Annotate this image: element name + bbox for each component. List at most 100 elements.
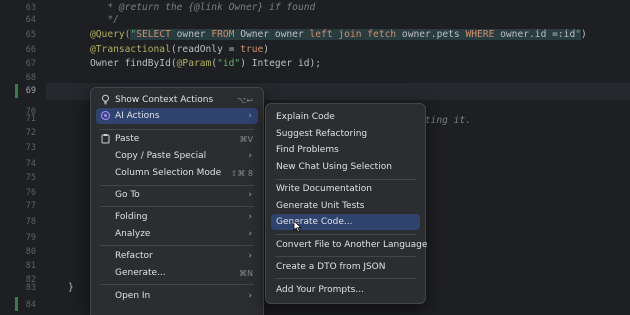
- ai-actions-submenu: Explain Code Suggest Refactoring Find Pr…: [265, 103, 427, 304]
- menu-item-label: Convert File to Another Language: [276, 240, 428, 250]
- menu-item-label: Analyze: [115, 229, 151, 239]
- submenu-item-add-prompts[interactable]: Add Your Prompts...: [271, 282, 420, 298]
- menu-item-label: Generate Unit Tests: [276, 201, 365, 211]
- menu-item-label: AI Actions: [115, 111, 160, 121]
- menu-item-label: Explain Code: [276, 112, 335, 122]
- menu-item-folding[interactable]: Folding ›: [96, 209, 258, 225]
- submenu-item-write-documentation[interactable]: Write Documentation: [271, 181, 420, 197]
- sql-keyword: WHERE: [465, 29, 495, 40]
- menu-separator: [275, 278, 416, 279]
- sql-keyword: FROM: [211, 29, 235, 40]
- query-annotation: @Query(: [90, 29, 131, 40]
- code-text: (readOnly =: [170, 44, 241, 55]
- submenu-item-explain-code[interactable]: Explain Code: [271, 109, 420, 125]
- menu-item-label: Paste: [115, 134, 140, 144]
- submenu-item-create-dto[interactable]: Create a DTO from JSON: [271, 259, 420, 275]
- menu-item-generate[interactable]: Generate... ⌘N: [96, 265, 258, 281]
- sql-keyword: left join fetch: [309, 29, 397, 40]
- submenu-item-generate-unit-tests[interactable]: Generate Unit Tests: [271, 198, 420, 214]
- menu-item-label: Column Selection Mode: [115, 168, 222, 178]
- menu-separator: [100, 185, 254, 186]
- submenu-item-find-problems[interactable]: Find Problems: [271, 142, 420, 158]
- chevron-right-icon: ›: [248, 229, 252, 239]
- code-text: Owner findById(: [90, 58, 177, 69]
- menu-separator: [100, 284, 254, 285]
- code-line-83[interactable]: }: [68, 280, 74, 297]
- menu-item-show-context-actions[interactable]: Show Context Actions ⌥↩: [96, 92, 258, 108]
- sql-text: Owner owner: [234, 29, 310, 40]
- shortcut-label: ⌘V: [239, 134, 253, 144]
- menu-item-analyze[interactable]: Analyze ›: [96, 226, 258, 242]
- menu-item-label: Folding: [115, 212, 148, 222]
- line-number: 69: [25, 86, 36, 96]
- shortcut-label: ⇧⌘ 8: [230, 168, 253, 178]
- transactional-annotation: @Transactional: [90, 44, 171, 55]
- menu-item-label: Go To: [115, 190, 140, 200]
- mouse-pointer-icon: [293, 218, 303, 233]
- string-literal: "id": [217, 58, 241, 69]
- menu-separator: [275, 234, 416, 235]
- line-number: 84: [25, 300, 36, 310]
- menu-item-label: Find Problems: [276, 145, 339, 155]
- paren: ): [581, 29, 587, 40]
- menu-item-label: Generate...: [115, 268, 166, 278]
- menu-item-ai-actions[interactable]: AI Actions ›: [96, 108, 258, 124]
- menu-item-refactor[interactable]: Refactor ›: [96, 248, 258, 264]
- doc-link-tag: @link: [193, 2, 223, 13]
- menu-item-label: Show Context Actions: [115, 95, 214, 105]
- code-line-63[interactable]: * @return the {@link Owner} if found: [90, 0, 315, 17]
- chevron-right-icon: ›: [248, 190, 252, 200]
- closing-brace: }: [68, 282, 74, 293]
- code-line-67[interactable]: Owner findById(@Param("id") Integer id);: [90, 56, 321, 73]
- menu-item-label: Open In: [115, 291, 151, 301]
- ai-icon: [100, 110, 111, 121]
- submenu-item-new-chat[interactable]: New Chat Using Selection: [271, 159, 420, 175]
- paste-icon: [100, 133, 111, 144]
- sql-keyword: SELECT: [136, 29, 171, 40]
- menu-item-paste[interactable]: Paste ⌘V: [96, 131, 258, 147]
- menu-item-label: Generate Code...: [276, 217, 353, 227]
- param-annotation: @Param: [176, 58, 212, 69]
- menu-item-label: Suggest Refactoring: [276, 129, 368, 139]
- code-text: ) Integer id);: [240, 58, 322, 69]
- menu-item-label: Copy / Paste Special: [115, 151, 207, 161]
- menu-item-label: New Chat Using Selection: [276, 162, 392, 172]
- line-number: 78: [25, 217, 36, 227]
- line-number: 73: [25, 143, 36, 153]
- chevron-right-icon: ›: [248, 291, 252, 301]
- doc-comment: the {: [159, 2, 194, 13]
- menu-item-label: Write Documentation: [276, 184, 373, 194]
- doc-tag: @return: [118, 2, 160, 13]
- chevron-right-icon: ›: [248, 151, 252, 161]
- menu-separator: [100, 245, 254, 246]
- menu-item-label: Add Your Prompts...: [276, 285, 364, 295]
- menu-item-go-to[interactable]: Go To ›: [96, 187, 258, 203]
- editor-context-menu: Show Context Actions ⌥↩ AI Actions › Pas…: [90, 87, 264, 315]
- doc-comment-end: */: [107, 14, 119, 25]
- menu-item-copy-paste-special[interactable]: Copy / Paste Special ›: [96, 148, 258, 164]
- bulb-icon: [100, 94, 111, 105]
- menu-separator: [275, 256, 416, 257]
- line-number: 77: [25, 201, 36, 211]
- menu-item-column-selection-mode[interactable]: Column Selection Mode ⇧⌘ 8: [96, 165, 258, 181]
- obscured-comment-text: ating it.: [419, 115, 471, 126]
- chevron-right-icon: ›: [248, 251, 252, 261]
- submenu-item-convert-file[interactable]: Convert File to Another Language: [271, 237, 427, 253]
- sql-text: owner: [170, 29, 212, 40]
- doc-comment: Owner} if found: [222, 2, 316, 13]
- submenu-item-suggest-refactoring[interactable]: Suggest Refactoring: [271, 126, 420, 142]
- chevron-right-icon: ›: [248, 111, 252, 121]
- menu-item-label: Create a DTO from JSON: [276, 262, 386, 272]
- shortcut-label: ⌥↩: [237, 95, 253, 105]
- menu-item-label: Refactor: [115, 251, 153, 261]
- menu-separator: [100, 206, 254, 207]
- sql-text: owner.pets: [396, 29, 466, 40]
- keyword-true: true: [240, 44, 264, 55]
- line-number: 83: [25, 283, 36, 293]
- chevron-right-icon: ›: [248, 212, 252, 222]
- menu-separator: [100, 129, 254, 130]
- paren: ): [263, 44, 270, 55]
- menu-item-open-in[interactable]: Open In ›: [96, 288, 258, 304]
- menu-separator: [275, 179, 416, 180]
- shortcut-label: ⌘N: [239, 268, 253, 278]
